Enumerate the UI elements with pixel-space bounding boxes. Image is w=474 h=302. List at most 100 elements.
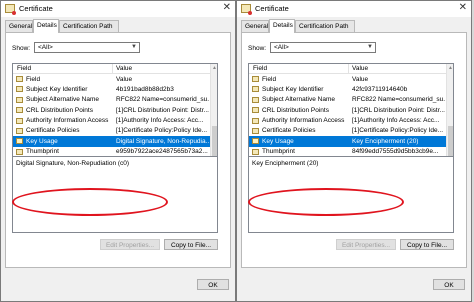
column-header-value[interactable]: Value <box>352 65 368 72</box>
column-divider[interactable] <box>112 64 113 74</box>
red-annotation-ellipse <box>248 188 404 216</box>
row-field: Authority Information Access <box>262 117 345 125</box>
row-value: RFC822 Name=consumerid_su... <box>352 96 445 104</box>
row-field: Certificate Policies <box>26 127 80 135</box>
show-select-value: <All> <box>38 44 53 51</box>
row-value: [1]Authority Info Access: Acc... <box>352 117 440 125</box>
column-header-value[interactable]: Value <box>116 65 132 72</box>
list-header: Field Value <box>249 64 447 74</box>
red-annotation-ellipse <box>12 188 168 216</box>
row-field: Field <box>26 75 41 83</box>
row-field: Thumbprint <box>262 148 295 156</box>
copy-to-file-button[interactable]: Copy to File... <box>400 239 454 250</box>
list-header: Field Value <box>13 64 211 74</box>
row-value: [1]Certificate Policy:Policy Ide... <box>352 127 444 135</box>
tab-general[interactable]: General <box>241 20 269 32</box>
list-row[interactable]: Certificate Policies [1]Certificate Polic… <box>13 126 211 136</box>
value-detail-text: Digital Signature, Non-Repudiation (c0) <box>16 160 130 167</box>
certificate-field-icon <box>16 117 23 124</box>
tab-certification-path[interactable]: Certification Path <box>59 20 119 32</box>
row-field: Key Usage <box>26 137 58 145</box>
row-value: 84f99edd7555d9d5bb3cb9e... <box>352 148 439 156</box>
list-row[interactable]: CRL Distribution Points [1]CRL Distributi… <box>249 105 447 115</box>
details-panel: Show: <All> ▼ Field Value Field Value Sub… <box>5 32 231 268</box>
scroll-up-icon[interactable]: ▲ <box>448 65 453 71</box>
row-value: [1]CRL Distribution Point: Distr... <box>352 106 445 114</box>
row-field: Thumbprint <box>26 148 59 156</box>
list-row[interactable]: CRL Distribution Points [1]CRL Distributi… <box>13 105 211 115</box>
title-bar[interactable]: Certificate ✕ <box>1 1 235 17</box>
chevron-down-icon: ▼ <box>131 44 137 50</box>
certificate-field-icon <box>16 86 23 93</box>
certificate-field-icon <box>252 127 259 134</box>
value-detail-text: Key Encipherment (20) <box>252 160 319 167</box>
show-select[interactable]: <All> ▼ <box>34 42 140 53</box>
certificate-field-icon <box>252 96 259 103</box>
tab-general[interactable]: General <box>5 20 33 32</box>
certificate-window-left: Certificate ✕ General Details Certificat… <box>0 0 236 302</box>
certificate-field-icon <box>252 148 259 155</box>
scroll-up-icon[interactable]: ▲ <box>212 65 217 71</box>
list-row[interactable]: Subject Alternative Name RFC822 Name=cons… <box>13 95 211 105</box>
row-field: Field <box>262 75 277 83</box>
column-header-field[interactable]: Field <box>17 65 31 72</box>
list-row[interactable]: Authority Information Access [1]Authority… <box>249 116 447 126</box>
list-row[interactable]: Subject Key Identifier 4b191bad8b88d2b3 <box>13 84 211 94</box>
show-select-value: <All> <box>274 44 289 51</box>
window-title: Certificate <box>19 4 53 13</box>
title-bar[interactable]: Certificate ✕ <box>237 1 471 17</box>
edit-properties-button[interactable]: Edit Properties... <box>100 239 160 250</box>
edit-properties-button[interactable]: Edit Properties... <box>336 239 396 250</box>
certificate-icon <box>5 4 16 15</box>
row-field: Key Usage <box>262 137 294 145</box>
list-row[interactable]: Field Value <box>13 74 211 84</box>
row-value: 42fc93711914640b <box>352 85 408 93</box>
show-label: Show: <box>12 45 31 52</box>
tab-details[interactable]: Details <box>269 19 295 33</box>
certificate-field-icon <box>16 76 23 82</box>
list-row[interactable]: Certificate Policies [1]Certificate Polic… <box>249 126 447 136</box>
tab-details[interactable]: Details <box>33 19 59 33</box>
list-row-selected[interactable]: Key Usage Key Encipherment (20) <box>249 136 447 147</box>
chevron-down-icon: ▼ <box>367 44 373 50</box>
row-value: RFC822 Name=consumerid_su... <box>116 96 209 104</box>
certificate-field-icon <box>252 117 259 124</box>
column-header-field[interactable]: Field <box>253 65 267 72</box>
column-divider[interactable] <box>348 64 349 74</box>
close-icon[interactable]: ✕ <box>223 2 231 14</box>
list-row-selected[interactable]: Key Usage Digital Signature, Non-Repudia.… <box>13 136 211 147</box>
row-field: CRL Distribution Points <box>26 106 93 114</box>
row-field: Subject Alternative Name <box>262 96 335 104</box>
list-body: Field Value Subject Key Identifier 42fc937… <box>249 74 447 157</box>
row-value: e959b7922ace2487565b73a2... <box>116 148 208 156</box>
copy-to-file-button[interactable]: Copy to File... <box>164 239 218 250</box>
certificate-icon <box>241 4 252 15</box>
row-value: [1]Certificate Policy:Policy Ide... <box>116 127 208 135</box>
row-value: Value <box>352 75 369 83</box>
list-row[interactable]: Authority Information Access [1]Authority… <box>13 116 211 126</box>
window-title: Certificate <box>255 4 289 13</box>
row-value: [1]Authority Info Access: Acc... <box>116 117 204 125</box>
row-field: Subject Key Identifier <box>26 85 88 93</box>
show-select[interactable]: <All> ▼ <box>270 42 376 53</box>
row-value: 4b191bad8b88d2b3 <box>116 85 174 93</box>
ok-button[interactable]: OK <box>433 279 465 290</box>
ok-button[interactable]: OK <box>197 279 229 290</box>
certificate-field-icon <box>252 138 259 145</box>
list-row[interactable]: Subject Key Identifier 42fc93711914640b <box>249 84 447 94</box>
row-field: CRL Distribution Points <box>262 106 329 114</box>
certificate-window-right: Certificate ✕ General Details Certificat… <box>236 0 472 302</box>
certificate-field-icon <box>252 107 259 114</box>
list-row[interactable]: Subject Alternative Name RFC822 Name=cons… <box>249 95 447 105</box>
row-value: Digital Signature, Non-Repudia... <box>116 137 209 145</box>
certificate-field-icon <box>16 138 23 145</box>
row-value: [1]CRL Distribution Point: Distr... <box>116 106 209 114</box>
tab-certification-path[interactable]: Certification Path <box>295 20 355 32</box>
row-value: Key Encipherment (20) <box>352 137 419 145</box>
certificate-field-icon <box>252 86 259 93</box>
list-row[interactable]: Field Value <box>249 74 447 84</box>
row-field: Subject Key Identifier <box>262 85 324 93</box>
close-icon[interactable]: ✕ <box>459 2 467 14</box>
certificate-field-icon <box>16 107 23 114</box>
row-field: Certificate Policies <box>262 127 316 135</box>
